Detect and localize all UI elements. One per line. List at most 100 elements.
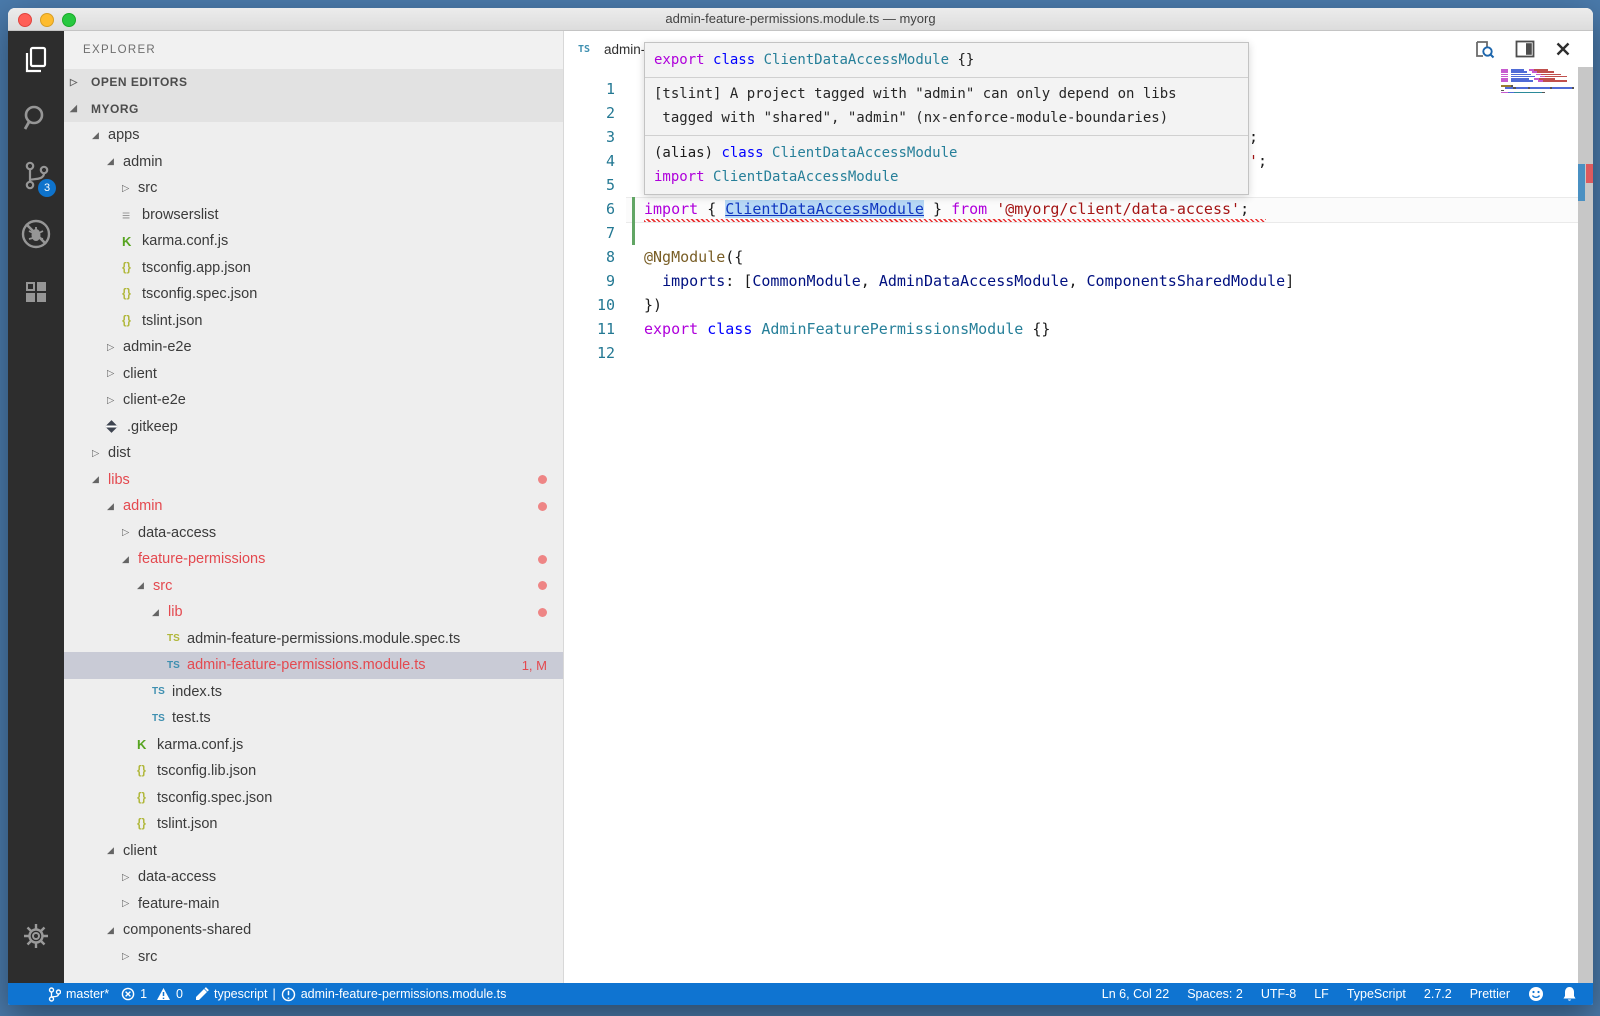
tree-item-tsconfig-spec-json[interactable]: tsconfig.spec.json — [64, 785, 563, 812]
symbol-link[interactable]: ClientDataAccessModule — [725, 200, 924, 218]
twistie-expanded-icon[interactable] — [122, 554, 138, 565]
twistie-collapsed-icon[interactable] — [107, 368, 123, 379]
tree-item-src[interactable]: src — [64, 175, 563, 202]
activity-debug[interactable] — [8, 205, 64, 263]
twistie-expanded-icon[interactable] — [107, 925, 123, 936]
twistie-collapsed-icon[interactable] — [92, 448, 108, 459]
twistie-expanded-icon[interactable] — [107, 501, 123, 512]
tree-item-browserslist[interactable]: browserslist — [64, 202, 563, 229]
tree-item-karma-conf-js[interactable]: karma.conf.js — [64, 732, 563, 759]
tree-item-tslint-json[interactable]: tslint.json — [64, 308, 563, 335]
code-line-8[interactable]: @NgModule({ — [644, 245, 743, 269]
tree-item-test-ts[interactable]: test.ts — [64, 705, 563, 732]
braces-file-icon — [137, 818, 157, 830]
tree-item-client[interactable]: client — [64, 361, 563, 388]
linter-status[interactable]: typescript | admin-feature-permissions.m… — [195, 987, 506, 1002]
tree-item-tsconfig-app-json[interactable]: tsconfig.app.json — [64, 255, 563, 282]
code-token: ; — [1249, 128, 1258, 146]
twistie-collapsed-icon[interactable] — [107, 395, 123, 406]
tree-item-label: dist — [108, 445, 131, 461]
tree-item-admin-e2e[interactable]: admin-e2e — [64, 334, 563, 361]
twistie-collapsed-icon[interactable] — [122, 527, 138, 538]
tree-item-admin[interactable]: admin — [64, 149, 563, 176]
tree-item-src[interactable]: src — [64, 944, 563, 971]
tree-item-data-access[interactable]: data-access — [64, 520, 563, 547]
section-open-editors[interactable]: OPEN EDITORS — [64, 69, 563, 96]
tree-item-apps[interactable]: apps — [64, 122, 563, 149]
tree-item-libs[interactable]: libs — [64, 467, 563, 494]
code-token: import — [654, 169, 705, 185]
ts-version[interactable]: 2.7.2 — [1424, 987, 1452, 1001]
tree-item-tslint-json[interactable]: tslint.json — [64, 811, 563, 838]
tree-item-feature-permissions[interactable]: feature-permissions — [64, 546, 563, 573]
twistie-collapsed-icon[interactable] — [122, 872, 138, 883]
git-branch-indicator[interactable]: master* — [48, 987, 109, 1002]
activity-explorer[interactable] — [8, 31, 64, 89]
activity-source-control[interactable]: 3 — [8, 147, 64, 205]
twistie-collapsed-icon[interactable] — [122, 951, 138, 962]
code-line-11[interactable]: export class AdminFeaturePermissionsModu… — [644, 317, 1050, 341]
twistie-expanded-icon[interactable] — [107, 845, 123, 856]
code-token: import — [644, 200, 698, 218]
tree-item--gitkeep[interactable]: .gitkeep — [64, 414, 563, 441]
tree-item-client-e2e[interactable]: client-e2e — [64, 387, 563, 414]
overview-ruler[interactable] — [1578, 67, 1593, 983]
braces-file-icon — [137, 765, 157, 777]
twistie-collapsed-icon[interactable] — [107, 342, 123, 353]
ruler-modified-marker — [1578, 164, 1585, 201]
tree-item-label: admin-e2e — [123, 339, 192, 355]
section-myorg[interactable]: MYORG — [64, 96, 563, 123]
twistie-expanded-icon[interactable] — [137, 580, 153, 591]
notifications-bell-icon[interactable] — [1562, 986, 1577, 1002]
tree-item-data-access[interactable]: data-access — [64, 864, 563, 891]
tree-item-label: test.ts — [172, 710, 211, 726]
tree-item-karma-conf-js[interactable]: karma.conf.js — [64, 228, 563, 255]
tree-item-admin-feature-permissions-module-spec-ts[interactable]: admin-feature-permissions.module.spec.ts — [64, 626, 563, 653]
list-file-icon — [122, 207, 142, 223]
tree-item-tsconfig-spec-json[interactable]: tsconfig.spec.json — [64, 281, 563, 308]
eol-sequence[interactable]: LF — [1314, 987, 1329, 1001]
tree-item-dist[interactable]: dist — [64, 440, 563, 467]
language-mode[interactable]: TypeScript — [1347, 987, 1406, 1001]
problem-decoration-dot — [538, 581, 547, 590]
tree-item-label: client — [123, 843, 157, 859]
tree-item-components-shared[interactable]: components-shared — [64, 917, 563, 944]
tree-item-admin-feature-permissions-module-ts[interactable]: admin-feature-permissions.module.ts1, M — [64, 652, 563, 679]
indentation[interactable]: Spaces: 2 — [1187, 987, 1243, 1001]
twistie-expanded-icon[interactable] — [152, 607, 168, 618]
formatter[interactable]: Prettier — [1470, 987, 1510, 1001]
tree-item-label: lib — [168, 604, 183, 620]
chevron-down-icon — [70, 103, 86, 114]
split-editor-icon[interactable] — [1515, 39, 1535, 59]
code-line-6[interactable]: import { ClientDataAccessModule } from '… — [644, 197, 1249, 221]
tree-item-feature-main[interactable]: feature-main — [64, 891, 563, 918]
close-icon[interactable] — [1555, 41, 1571, 57]
line-number: 7 — [564, 221, 615, 245]
twistie-expanded-icon[interactable] — [92, 130, 108, 141]
code-line-10[interactable]: }) — [644, 293, 662, 317]
activity-search[interactable] — [8, 89, 64, 147]
tree-item-lib[interactable]: lib — [64, 599, 563, 626]
search-icon — [21, 103, 51, 133]
cursor-position[interactable]: Ln 6, Col 22 — [1102, 987, 1169, 1001]
tree-item-tsconfig-lib-json[interactable]: tsconfig.lib.json — [64, 758, 563, 785]
title-bar[interactable]: admin-feature-permissions.module.ts — my… — [8, 8, 1593, 31]
activity-extensions[interactable] — [8, 263, 64, 321]
open-changes-icon[interactable] — [1473, 38, 1495, 60]
tree-item-admin[interactable]: admin — [64, 493, 563, 520]
minimap[interactable] — [1501, 69, 1573, 94]
feedback-smiley-icon[interactable] — [1528, 986, 1544, 1002]
code-line-9[interactable]: imports: [CommonModule, AdminDataAccessM… — [644, 269, 1294, 293]
twistie-collapsed-icon[interactable] — [122, 898, 138, 909]
encoding[interactable]: UTF-8 — [1261, 987, 1296, 1001]
line-number: 5 — [564, 173, 615, 197]
activity-settings[interactable] — [8, 907, 64, 965]
twistie-expanded-icon[interactable] — [107, 156, 123, 167]
tree-item-client[interactable]: client — [64, 838, 563, 865]
problems-indicator[interactable]: 1 0 — [121, 987, 183, 1001]
tree-item-src[interactable]: src — [64, 573, 563, 600]
twistie-collapsed-icon[interactable] — [122, 183, 138, 194]
tree-item-index-ts[interactable]: index.ts — [64, 679, 563, 706]
scm-badge: 3 — [38, 179, 56, 197]
twistie-expanded-icon[interactable] — [92, 474, 108, 485]
